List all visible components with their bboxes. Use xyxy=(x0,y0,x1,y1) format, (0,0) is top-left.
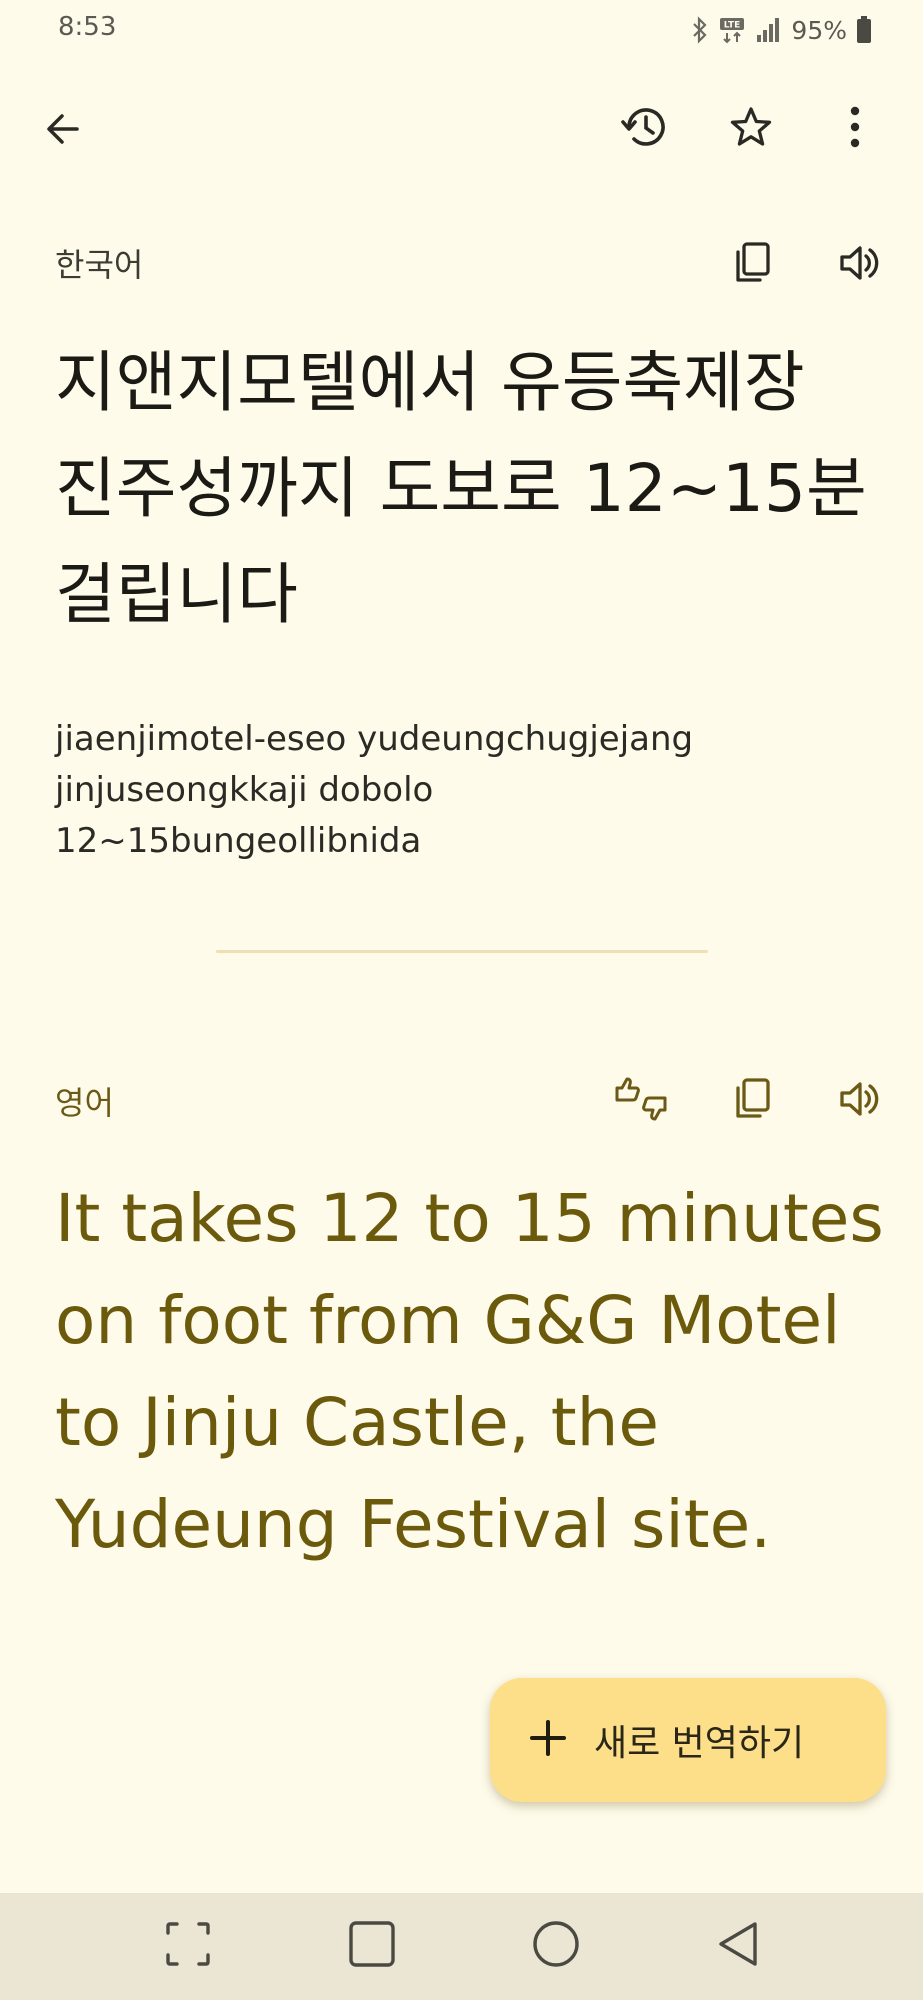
thumbs-up-down-icon xyxy=(613,1076,669,1126)
home-button[interactable] xyxy=(518,1913,594,1979)
system-nav-bar xyxy=(0,1893,923,2000)
star-outline-icon xyxy=(728,104,774,154)
feedback-button[interactable] xyxy=(606,1066,676,1136)
copy-icon xyxy=(732,1076,774,1126)
section-divider[interactable] xyxy=(216,950,708,953)
volume-icon xyxy=(837,1077,881,1125)
back-button[interactable] xyxy=(30,98,96,164)
svg-text:LTE: LTE xyxy=(724,21,741,31)
source-speak-button[interactable] xyxy=(826,232,892,298)
history-icon xyxy=(620,102,670,156)
target-copy-button[interactable] xyxy=(720,1068,786,1134)
screenshot-frame-icon xyxy=(165,1921,211,1971)
status-icons: LTE 95% xyxy=(691,10,873,50)
bluetooth-icon xyxy=(691,16,709,44)
back-nav-button[interactable] xyxy=(700,1913,776,1979)
status-time: 8:53 xyxy=(58,12,117,42)
target-speak-button[interactable] xyxy=(826,1068,892,1134)
copy-icon xyxy=(732,240,774,290)
more-options-button[interactable] xyxy=(820,94,890,164)
lte-icon: LTE xyxy=(717,16,747,44)
battery-percent: 95% xyxy=(791,15,847,45)
signal-icon xyxy=(755,16,783,44)
source-text[interactable]: 지앤지모텔에서 유등축제장 진주성까지 도보로 12~15분걸립니다 xyxy=(55,330,885,648)
overview-button[interactable] xyxy=(334,1913,410,1979)
volume-icon xyxy=(837,241,881,289)
favorite-button[interactable] xyxy=(716,94,786,164)
target-language-label: 영어 xyxy=(55,1084,114,1122)
recent-apps-button[interactable] xyxy=(150,1913,226,1979)
translation-text[interactable]: It takes 12 to 15 minutes on foot from G… xyxy=(55,1168,895,1576)
more-vert-icon xyxy=(849,105,861,153)
source-language-label: 한국어 xyxy=(55,246,144,284)
new-translation-button[interactable]: 새로 번역하기 xyxy=(490,1678,886,1802)
circle-icon xyxy=(532,1920,580,1972)
square-icon xyxy=(348,1920,396,1972)
triangle-back-icon xyxy=(715,1920,761,1972)
source-romanization: jiaenjimotel-eseo yudeungchugjejang jinj… xyxy=(55,719,694,861)
arrow-left-icon xyxy=(43,109,83,153)
battery-icon xyxy=(855,15,873,45)
plus-icon xyxy=(528,1718,568,1762)
new-translation-label: 새로 번역하기 xyxy=(594,1723,805,1764)
status-bar: 8:53 LTE 95% xyxy=(0,0,923,62)
source-copy-button[interactable] xyxy=(720,232,786,298)
history-button[interactable] xyxy=(610,94,680,164)
